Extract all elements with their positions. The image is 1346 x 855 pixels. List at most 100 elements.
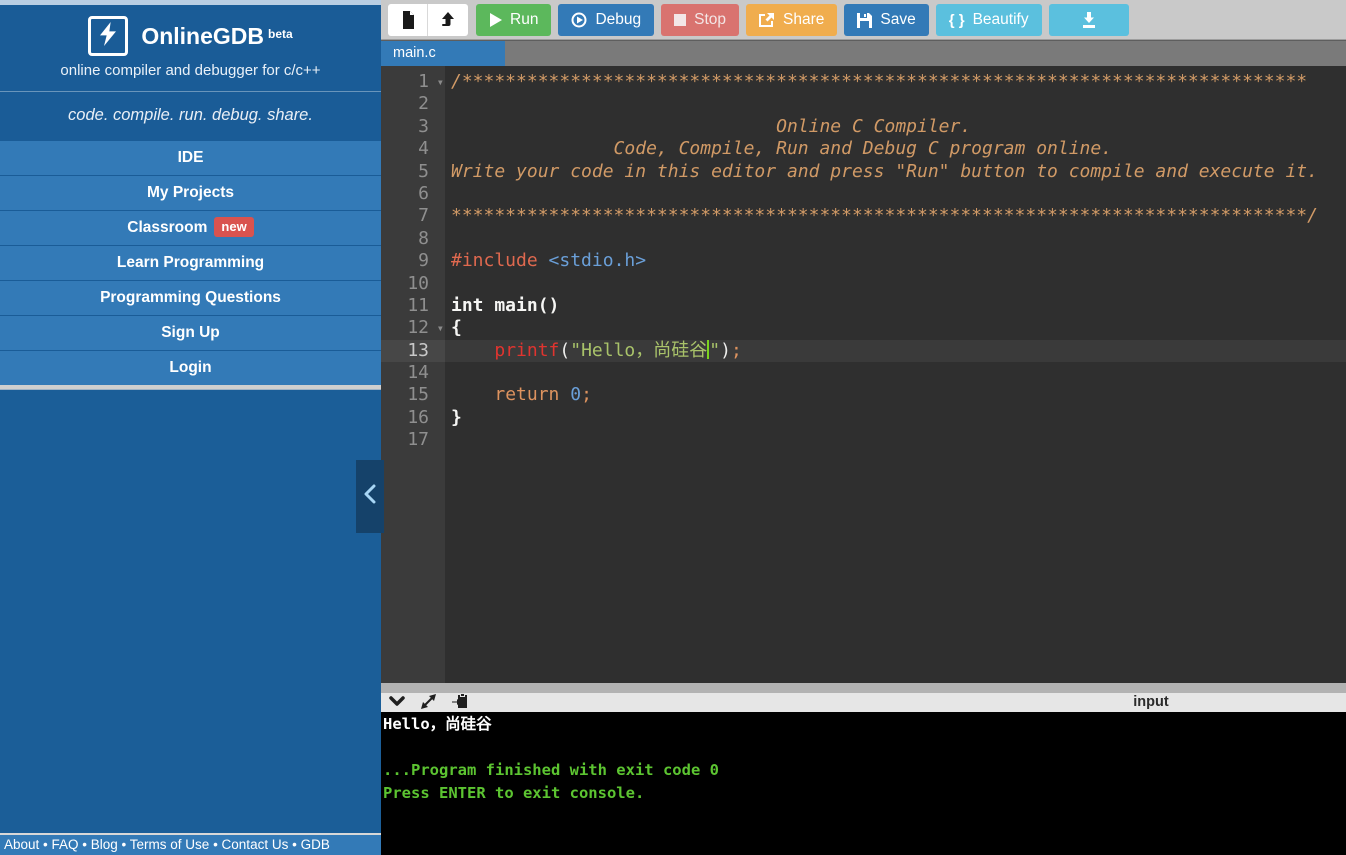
menu-item-label: Sign Up [161,324,220,341]
console-output[interactable]: Hello，尚硅谷 ...Program finished with exit … [381,712,1346,855]
code-line[interactable]: Write your code in this editor and press… [445,161,1346,183]
code-line[interactable]: Code, Compile, Run and Debug C program o… [445,138,1346,160]
new-file-button[interactable] [388,4,428,36]
sidebar-collapse-handle[interactable] [356,460,384,533]
line-number[interactable]: 7 [381,205,445,227]
footer-link-contact-us[interactable]: Contact Us [222,837,289,852]
code-token: int main() [451,294,560,316]
line-number[interactable]: 17 [381,429,445,451]
console-splitter[interactable] [381,683,1346,693]
code-line[interactable]: #include <stdio.h> [445,250,1346,272]
code-line[interactable]: /***************************************… [445,71,1346,93]
code-line[interactable]: printf("Hello，尚硅谷 "); [445,339,1346,363]
line-number[interactable]: 13 [381,339,445,363]
code-token: "Hello，尚硅谷 [570,339,708,361]
code-token: printf [494,339,560,361]
hide-console-button[interactable] [389,694,405,711]
code-line[interactable]: ****************************************… [445,205,1346,227]
onlinegdb-logo[interactable] [88,16,129,56]
code-token: ( [559,339,571,361]
footer-links: About • FAQ • Blog • Terms of Use • Cont… [0,833,381,855]
save-label: Save [880,11,916,28]
app-subtitle: online compiler and debugger for c/c++ [60,62,321,79]
app-title: OnlineGDB [141,23,264,49]
fold-toggle-icon[interactable]: ▾ [437,71,444,93]
beta-badge: beta [267,26,293,41]
maximize-console-button[interactable] [421,693,436,711]
code-token: Code, Compile, Run and Debug C program o… [451,138,1113,160]
code-token: ****************************************… [451,205,1318,227]
code-line[interactable] [445,228,1346,250]
main-area: Run Debug Stop Share Save { } Beautify m… [381,0,1346,855]
code-line[interactable] [445,429,1346,451]
footer-link-faq[interactable]: FAQ [52,837,79,852]
paste-clipboard-icon [452,693,468,712]
code-token: <stdio.h> [548,250,647,272]
input-label[interactable]: input [1116,693,1186,712]
line-number[interactable]: 2 [381,93,445,115]
code-line[interactable]: Online C Compiler. [445,116,1346,138]
line-number[interactable]: 5 [381,161,445,183]
tagline: code. compile. run. debug. share. [0,91,381,140]
code-line[interactable]: } [445,407,1346,429]
line-number[interactable]: 6 [381,183,445,205]
sidebar-item-login[interactable]: Login [0,350,381,385]
beautify-button[interactable]: { } Beautify [935,4,1042,36]
stop-button[interactable]: Stop [661,4,740,36]
share-button[interactable]: Share [746,4,838,36]
debug-button[interactable]: Debug [558,4,655,36]
file-icon [400,11,416,29]
braces-icon: { } [948,11,965,29]
code-token: ; [730,339,742,361]
code-editor[interactable]: 1 ▾ 2 3 4 5 6 7 8 9 10 11 12 ▾ 13 14 15 16 17 /***********… [381,66,1346,683]
sidebar-item-classroom[interactable]: Classroom new [0,210,381,245]
code-line[interactable] [445,273,1346,295]
line-number[interactable]: 12 ▾ [381,317,445,339]
sidebar-item-programming-questions[interactable]: Programming Questions [0,280,381,315]
upload-button[interactable] [428,4,468,36]
line-number[interactable]: 9 [381,250,445,272]
paste-input-button[interactable] [452,693,468,712]
line-number[interactable]: 16 [381,407,445,429]
line-number[interactable]: 15 [381,384,445,406]
footer-link-blog[interactable]: Blog [91,837,118,852]
code-line[interactable]: return 0; [445,384,1346,406]
lightning-bolt-icon [97,21,119,51]
save-button[interactable]: Save [844,4,929,36]
sidebar-menu: IDE My Projects Classroom new Learn Programm… [0,140,381,385]
code-token: { [451,317,462,339]
new-badge: new [214,217,254,237]
download-button[interactable] [1048,4,1129,36]
line-number[interactable]: 4 [381,138,445,160]
line-number[interactable]: 1 ▾ [381,71,445,93]
sidebar-item-sign-up[interactable]: Sign Up [0,315,381,350]
code-line[interactable]: int main() [445,295,1346,317]
run-label: Run [510,11,539,28]
toolbar: Run Debug Stop Share Save { } Beautify [381,0,1346,40]
code-line[interactable]: { [445,317,1346,339]
line-number[interactable]: 11 [381,295,445,317]
footer-link-terms-of-use[interactable]: Terms of Use [130,837,210,852]
line-number[interactable]: 3 [381,116,445,138]
tab-main-c[interactable]: main.c [381,41,505,67]
download-icon [1081,12,1097,28]
sidebar-item-ide[interactable]: IDE [0,140,381,175]
line-number[interactable]: 10 [381,273,445,295]
run-button[interactable]: Run [476,4,552,36]
line-number[interactable]: 8 [381,228,445,250]
code-token: Write your code in this editor and press… [451,160,1318,182]
footer-link-about[interactable]: About [4,837,39,852]
code-line[interactable] [445,183,1346,205]
fold-toggle-icon[interactable]: ▾ [437,317,444,339]
code-content[interactable]: /***************************************… [445,66,1346,683]
sidebar-item-my-projects[interactable]: My Projects [0,175,381,210]
sidebar-item-learn-programming[interactable]: Learn Programming [0,245,381,280]
footer-link-gdb[interactable]: GDB [301,837,330,852]
code-token: 0 [570,384,582,406]
stop-label: Stop [694,11,727,28]
code-line[interactable] [445,93,1346,115]
code-line[interactable] [445,362,1346,384]
line-number[interactable]: 14 [381,362,445,384]
